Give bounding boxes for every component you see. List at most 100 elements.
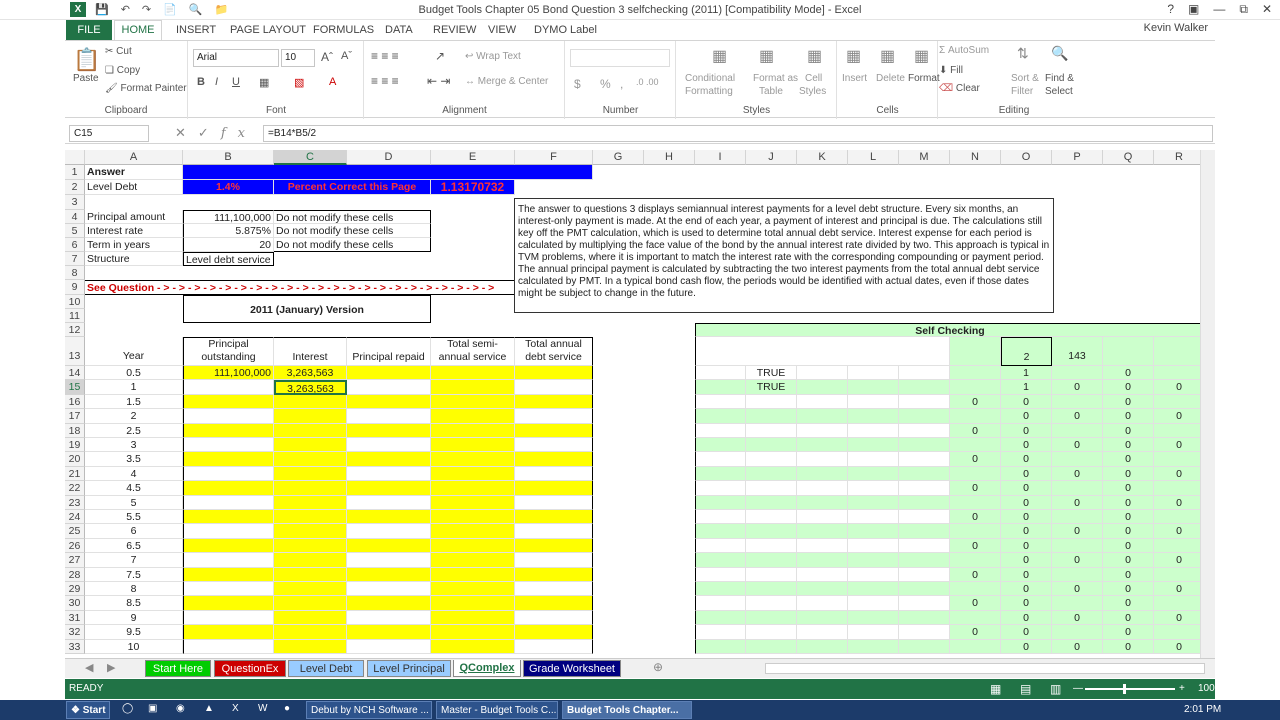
cell-a5[interactable]: Interest rate (85, 224, 183, 238)
principal-repaid-cell[interactable] (347, 625, 431, 640)
principal-repaid-cell[interactable] (347, 610, 431, 626)
interest-cell[interactable] (274, 625, 347, 640)
check-cell-m[interactable] (899, 394, 950, 410)
check-cell-k[interactable] (797, 423, 848, 438)
column-header-k[interactable]: K (797, 150, 848, 165)
interest-cell[interactable] (274, 639, 347, 654)
year-cell[interactable]: 9 (85, 610, 183, 626)
check-cell-o[interactable]: 0 (1001, 481, 1052, 496)
semiannual-cell[interactable] (431, 452, 515, 467)
sheet-tab-grade-worksheet[interactable]: Grade Worksheet (523, 660, 621, 677)
principal-cell[interactable] (183, 625, 274, 640)
check-cell-r[interactable] (1154, 423, 1200, 438)
check-cell-n[interactable]: 0 (950, 596, 1001, 611)
percent-correct-label[interactable]: Percent Correct this Page (274, 180, 431, 195)
check-cell-n[interactable] (950, 466, 1001, 482)
cancel-icon[interactable]: ✕ (175, 125, 198, 140)
check-cell-r[interactable] (1154, 394, 1200, 410)
row-header-24[interactable]: 24 (65, 510, 85, 525)
wrap-text-button[interactable]: ↩ Wrap Text (465, 51, 521, 62)
cell-q13[interactable] (1103, 337, 1154, 366)
annual-cell[interactable] (515, 452, 593, 467)
row-header-22[interactable]: 22 (65, 481, 85, 496)
check-cell-p[interactable]: 0 (1052, 582, 1103, 597)
check-cell-r[interactable]: 0 (1154, 582, 1200, 597)
check-cell-i[interactable] (695, 524, 746, 539)
tab-view[interactable]: VIEW (488, 24, 516, 36)
check-cell-o[interactable]: 1 (1001, 380, 1052, 395)
check-cell-o[interactable]: 1 (1001, 366, 1052, 381)
check-cell-k[interactable] (797, 466, 848, 482)
semiannual-cell[interactable] (431, 423, 515, 438)
prev-sheet-icon[interactable]: ◀ (85, 661, 93, 674)
interest-cell[interactable] (274, 466, 347, 482)
row-header-25[interactable]: 25 (65, 524, 85, 539)
principal-cell[interactable] (183, 466, 274, 482)
check-cell-l[interactable] (848, 524, 899, 539)
check-cell-j[interactable]: TRUE (746, 366, 797, 381)
check-cell-r[interactable] (1154, 452, 1200, 467)
interest-cell[interactable] (274, 409, 347, 424)
check-cell-k[interactable] (797, 380, 848, 395)
semiannual-cell[interactable] (431, 466, 515, 482)
cell-r13[interactable] (1154, 337, 1200, 366)
check-cell-k[interactable] (797, 366, 848, 381)
check-cell-o[interactable]: 0 (1001, 582, 1052, 597)
check-cell-p[interactable] (1052, 625, 1103, 640)
fill-button[interactable]: ⬇ Fill (939, 65, 963, 76)
check-cell-j[interactable] (746, 582, 797, 597)
tab-dymo-label[interactable]: DYMO Label (534, 24, 597, 36)
row-header-21[interactable]: 21 (65, 466, 85, 482)
formula-input[interactable]: =B14*B5/2 (263, 125, 1213, 142)
principal-cell[interactable] (183, 524, 274, 539)
principal-cell[interactable] (183, 610, 274, 626)
row-header-14[interactable]: 14 (65, 366, 85, 381)
zoom-slider-thumb[interactable] (1123, 684, 1126, 694)
align-top-icon[interactable]: ≡ ≡ ≡ (371, 49, 399, 63)
check-cell-m[interactable] (899, 582, 950, 597)
sheet-tab-level-debt[interactable]: Level Debt (288, 660, 364, 677)
tab-formulas[interactable]: FORMULAS (313, 24, 374, 36)
check-cell-i[interactable] (695, 625, 746, 640)
check-cell-k[interactable] (797, 596, 848, 611)
annual-cell[interactable] (515, 567, 593, 582)
interest-cell[interactable] (274, 495, 347, 510)
column-header-m[interactable]: M (899, 150, 950, 165)
check-cell-r[interactable]: 0 (1154, 438, 1200, 453)
font-color-icon[interactable]: A (329, 76, 336, 88)
column-header-r[interactable]: R (1154, 150, 1200, 165)
tab-insert[interactable]: INSERT (176, 24, 216, 36)
check-cell-n[interactable]: 0 (950, 538, 1001, 554)
check-cell-k[interactable] (797, 409, 848, 424)
check-cell-p[interactable]: 0 (1052, 380, 1103, 395)
check-cell-q[interactable]: 0 (1103, 639, 1154, 654)
check-cell-k[interactable] (797, 481, 848, 496)
annual-cell[interactable] (515, 438, 593, 453)
principal-cell[interactable] (183, 380, 274, 395)
check-cell-j[interactable] (746, 596, 797, 611)
check-cell-q[interactable]: 0 (1103, 610, 1154, 626)
annual-cell[interactable] (515, 366, 593, 381)
check-cell-m[interactable] (899, 380, 950, 395)
check-cell-o[interactable]: 0 (1001, 510, 1052, 525)
check-cell-i[interactable] (695, 553, 746, 568)
check-cell-l[interactable] (848, 466, 899, 482)
principal-repaid-cell[interactable] (347, 596, 431, 611)
check-cell-p[interactable] (1052, 596, 1103, 611)
check-cell-q[interactable]: 0 (1103, 380, 1154, 395)
check-cell-o[interactable]: 0 (1001, 495, 1052, 510)
cell-c14[interactable]: 3,263,563 (274, 366, 347, 381)
column-header-o[interactable]: O (1001, 150, 1052, 165)
check-cell-n[interactable] (950, 366, 1001, 381)
insert-function-icon[interactable]: fx (221, 126, 257, 141)
annual-cell[interactable] (515, 510, 593, 525)
annual-cell[interactable] (515, 596, 593, 611)
check-cell-m[interactable] (899, 495, 950, 510)
check-cell-n[interactable]: 0 (950, 394, 1001, 410)
check-cell-l[interactable] (848, 380, 899, 395)
principal-cell[interactable] (183, 567, 274, 582)
principal-repaid-cell[interactable] (347, 495, 431, 510)
principal-repaid-cell[interactable] (347, 466, 431, 482)
tab-review[interactable]: REVIEW (433, 24, 476, 36)
principal-cell[interactable] (183, 596, 274, 611)
